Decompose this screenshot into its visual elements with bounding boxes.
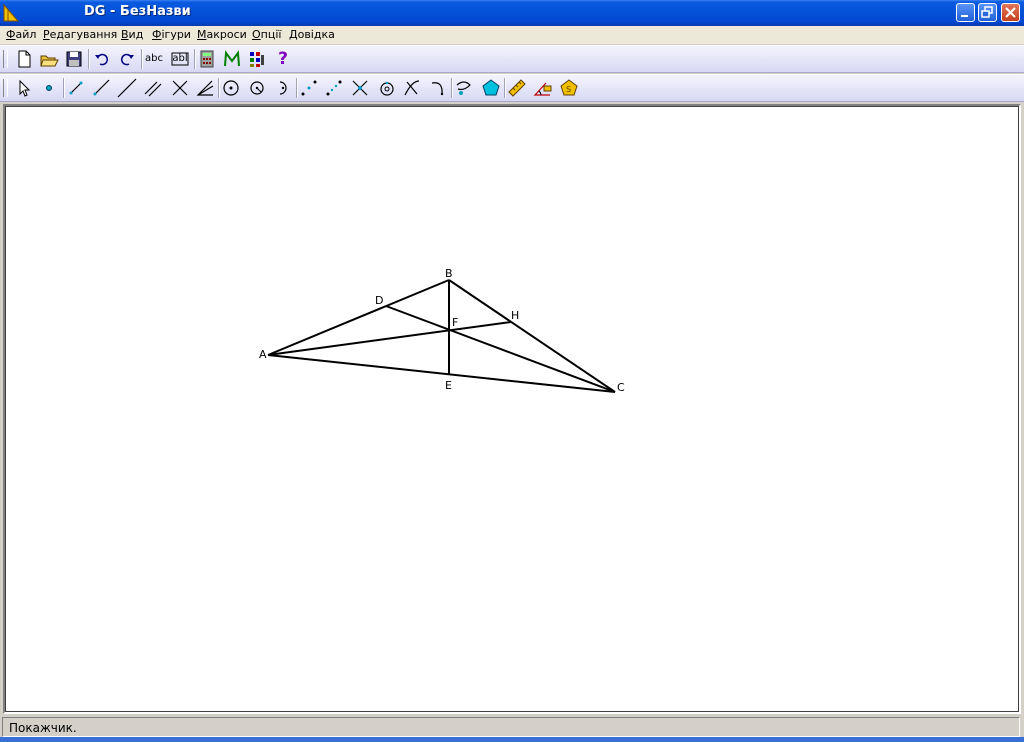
open-folder-icon[interactable] (38, 48, 60, 70)
menu-options[interactable]: Опції (252, 28, 281, 41)
segment-AB[interactable] (267, 279, 450, 356)
status-panel: Покажчик. (2, 717, 1020, 737)
toolbar-grip[interactable] (3, 50, 8, 68)
menu-file[interactable]: Файл (6, 28, 36, 41)
menu-help[interactable]: Довідка (289, 28, 335, 41)
toolbar-grip[interactable] (3, 79, 8, 97)
undo-icon[interactable] (91, 48, 113, 70)
segment-BC[interactable] (448, 279, 616, 393)
divide-icon[interactable] (323, 77, 345, 99)
standard-toolbar: abc abl ? (0, 45, 1024, 73)
circle-icon[interactable] (220, 77, 242, 99)
drawing-canvas[interactable]: A B C D E F H (5, 106, 1019, 712)
geometry-figure[interactable]: A B C D E F H (6, 107, 1018, 711)
concentric-icon[interactable] (376, 77, 398, 99)
line-icon[interactable] (116, 77, 138, 99)
drawing-canvas-frame: A B C D E F H (3, 104, 1021, 714)
area-icon[interactable]: S (558, 77, 580, 99)
redo-icon[interactable] (116, 48, 138, 70)
segment-icon[interactable] (65, 77, 87, 99)
minimize-button[interactable] (956, 3, 975, 22)
midpoint-icon[interactable] (298, 77, 320, 99)
polygon-icon[interactable] (480, 77, 502, 99)
close-button[interactable] (1001, 3, 1020, 22)
svg-text:S: S (566, 85, 571, 94)
menu-bar: Файл Редагування Вид Фігури Макроси Опці… (0, 26, 1024, 44)
grid-icon[interactable] (246, 48, 268, 70)
calculator-icon[interactable] (196, 48, 218, 70)
title-bar[interactable]: DG - БезНазви (0, 0, 1024, 26)
reflect-icon[interactable] (401, 77, 423, 99)
point-label-b: B (445, 267, 453, 280)
window-title: DG - БезНазви (84, 4, 191, 19)
status-text: Покажчик. (9, 721, 77, 735)
macro-m-icon[interactable] (221, 48, 243, 70)
taskbar-strip (0, 737, 1024, 742)
rotate-icon[interactable] (427, 77, 449, 99)
parallel-icon[interactable] (142, 77, 164, 99)
point-label-a: A (259, 348, 267, 361)
restore-button[interactable] (978, 3, 997, 22)
arc-icon[interactable] (272, 77, 294, 99)
intersection-icon[interactable] (349, 77, 371, 99)
app-logo-icon (2, 3, 20, 23)
new-file-icon[interactable] (13, 48, 35, 70)
point-label-d: D (375, 294, 383, 307)
text-abc-icon[interactable]: abc (143, 48, 165, 70)
menu-macros[interactable]: Макроси (197, 28, 247, 41)
pointer-icon[interactable] (13, 77, 35, 99)
locus-icon[interactable] (453, 77, 475, 99)
point-label-h: H (511, 309, 519, 322)
measure-angle-icon[interactable] (532, 77, 554, 99)
text-field-icon[interactable]: abl (169, 48, 191, 70)
point-label-f: F (452, 316, 458, 329)
circle-radius-icon[interactable] (246, 77, 268, 99)
help-question-icon[interactable]: ? (272, 48, 294, 70)
menu-figures[interactable]: Фігури (152, 28, 191, 41)
point-icon[interactable] (38, 77, 60, 99)
construction-toolbar: S (0, 74, 1024, 102)
angle-bisector-icon[interactable] (194, 77, 216, 99)
ray-icon[interactable] (90, 77, 112, 99)
point-label-c: C (617, 381, 625, 394)
menu-view[interactable]: Вид (121, 28, 143, 41)
measure-icon[interactable] (506, 77, 528, 99)
save-icon[interactable] (63, 48, 85, 70)
menu-edit[interactable]: Редагування (43, 28, 117, 41)
point-label-e: E (445, 379, 452, 392)
perpendicular-icon[interactable] (169, 77, 191, 99)
